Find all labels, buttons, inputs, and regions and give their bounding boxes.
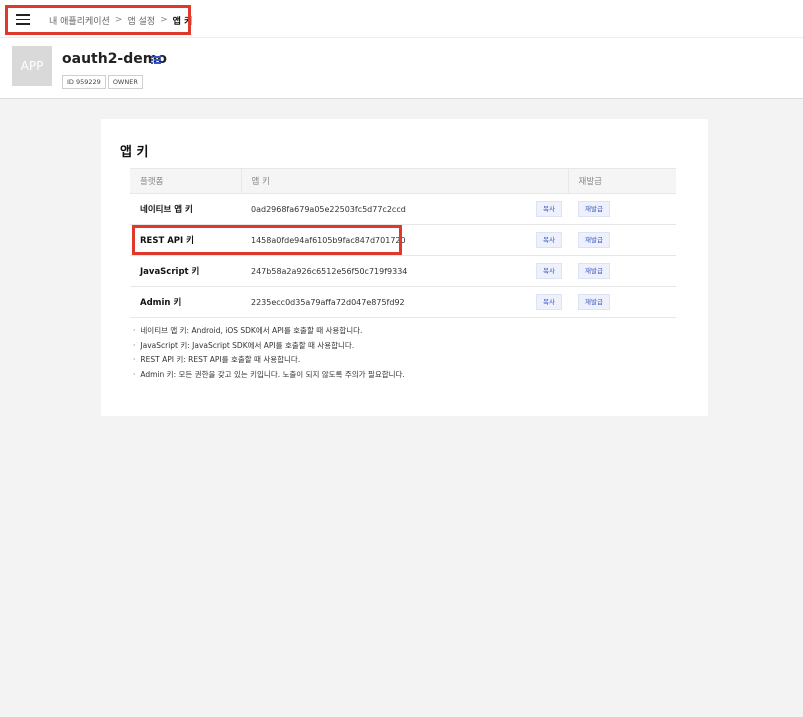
platform-cell: REST API 키	[130, 224, 241, 256]
copy-button[interactable]: 복사	[536, 294, 562, 310]
app-tags: ID 959229 OWNER	[62, 75, 145, 89]
reissue-button[interactable]: 재발급	[578, 294, 610, 310]
list-item: JavaScript 키: JavaScript SDK에서 API를 호출할 …	[133, 339, 405, 354]
table-row: Admin 키 2235ecc0d35a79affa72d047e875fd92…	[130, 286, 676, 318]
list-item: Admin 키: 모든 권한을 갖고 있는 키입니다. 노출이 되지 않도록 주…	[133, 368, 404, 383]
list-item: 네이티브 앱 키: Android, iOS SDK에서 API를 호출할 때 …	[133, 324, 405, 339]
column-app-key: 앱 키	[240, 168, 568, 194]
app-keys-table: 플랫폼 앱 키 재발급 네이티브 앱 키 0ad2968fa679a05e225…	[130, 168, 676, 318]
breadcrumb-highlight-box	[5, 5, 191, 35]
copy-button[interactable]: 복사	[536, 263, 562, 279]
copy-button[interactable]: 복사	[536, 201, 562, 217]
app-header: APP oauth2-demo ID 959229 OWNER	[0, 38, 803, 99]
copy-button[interactable]: 복사	[536, 232, 562, 248]
table-header-row: 플랫폼 앱 키 재발급	[130, 168, 676, 194]
role-badge: OWNER	[107, 75, 143, 89]
app-key-value: 247b58a2a926c6512e56f50c719f9334	[241, 255, 524, 287]
platform-cell: JavaScript 키	[130, 255, 241, 287]
app-id-badge: ID 959229	[62, 75, 106, 89]
platform-cell: 네이티브 앱 키	[130, 193, 241, 225]
list-item: REST API 키: REST API를 호출할 때 사용합니다.	[133, 353, 405, 368]
top-bar: 내 애플리케이션 > 앱 설정 > 앱 키	[0, 0, 803, 38]
app-key-value: 1458a0fde94af6105b9fac847d701720	[241, 224, 524, 256]
table-row: 네이티브 앱 키 0ad2968fa679a05e22503fc5d77c2cc…	[130, 193, 676, 225]
app-keys-card: 앱 키 플랫폼 앱 키 재발급 네이티브 앱 키 0ad2968fa679a05…	[101, 119, 708, 416]
reissue-button[interactable]: 재발급	[578, 201, 610, 217]
card-title: 앱 키	[120, 145, 149, 160]
table-row: JavaScript 키 247b58a2a926c6512e56f50c719…	[130, 255, 676, 287]
platform-cell: Admin 키	[130, 286, 241, 318]
column-reissue: 재발급	[567, 168, 676, 194]
table-row: REST API 키 1458a0fde94af6105b9fac847d701…	[130, 224, 676, 256]
list-icon[interactable]	[149, 53, 163, 65]
key-usage-notes: 네이티브 앱 키: Android, iOS SDK에서 API를 호출할 때 …	[133, 324, 405, 383]
reissue-button[interactable]: 재발급	[578, 263, 610, 279]
reissue-button[interactable]: 재발급	[578, 232, 610, 248]
app-key-value: 2235ecc0d35a79affa72d047e875fd92	[241, 286, 524, 318]
app-key-value: 0ad2968fa679a05e22503fc5d77c2ccd	[241, 193, 524, 225]
column-platform: 플랫폼	[130, 168, 241, 194]
app-thumbnail: APP	[12, 46, 52, 86]
